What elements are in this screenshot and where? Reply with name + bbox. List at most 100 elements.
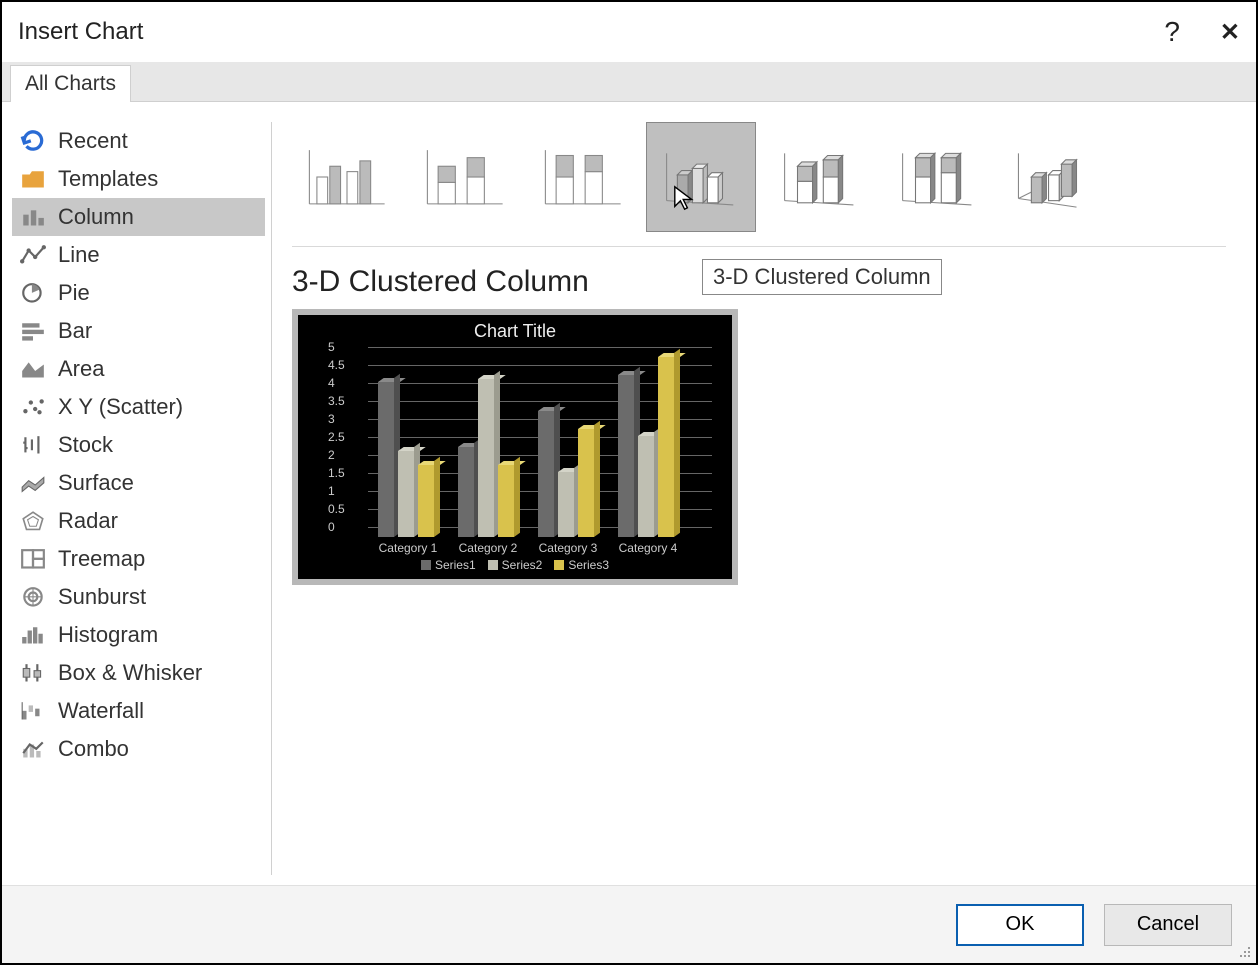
sidebar-item-area[interactable]: Area [12, 350, 265, 388]
legend-item: Series1 [421, 558, 476, 572]
tab-bar: All Charts [2, 62, 1256, 102]
area-icon [20, 358, 46, 380]
y-tick: 1 [328, 484, 335, 498]
y-tick: 3 [328, 412, 335, 426]
y-tick: 2 [328, 448, 335, 462]
tab-label: All Charts [25, 72, 116, 95]
sidebar-item-x-y-scatter-[interactable]: X Y (Scatter) [12, 388, 265, 426]
sidebar-item-histogram[interactable]: Histogram [12, 616, 265, 654]
legend-item: Series3 [554, 558, 609, 572]
sidebar-item-box-whisker[interactable]: Box & Whisker [12, 654, 265, 692]
chart-subtype-row [292, 122, 1226, 247]
pie-icon [20, 282, 46, 304]
sidebar-item-column[interactable]: Column [12, 198, 265, 236]
subtype-clustered-column[interactable] [292, 122, 402, 232]
y-tick: 3.5 [328, 394, 345, 408]
sidebar-item-treemap[interactable]: Treemap [12, 540, 265, 578]
sidebar-label: Radar [58, 508, 118, 534]
dialog-footer: OK Cancel [2, 885, 1256, 963]
tab-all-charts[interactable]: All Charts [10, 65, 131, 102]
bar-Series3-2 [578, 429, 594, 537]
sidebar-label: Column [58, 204, 134, 230]
recent-icon [20, 130, 46, 152]
cancel-button[interactable]: Cancel [1104, 904, 1232, 946]
sunburst-icon [20, 586, 46, 608]
sidebar-item-radar[interactable]: Radar [12, 502, 265, 540]
sidebar-item-waterfall[interactable]: Waterfall [12, 692, 265, 730]
sidebar-item-combo[interactable]: Combo [12, 730, 265, 768]
help-icon[interactable]: ? [1164, 16, 1180, 48]
bar-Series3-1 [498, 465, 514, 537]
sidebar-item-recent[interactable]: Recent [12, 122, 265, 160]
sidebar-item-bar[interactable]: Bar [12, 312, 265, 350]
sidebar-label: Recent [58, 128, 128, 154]
histogram-icon [20, 624, 46, 646]
sidebar-label: Surface [58, 470, 134, 496]
sidebar-label: X Y (Scatter) [58, 394, 183, 420]
y-tick: 0 [328, 520, 335, 534]
category-label: Category 4 [608, 541, 688, 555]
subtype-tooltip: 3-D Clustered Column [702, 259, 942, 295]
x-y-scatter--icon [20, 396, 46, 418]
sidebar-label: Bar [58, 318, 92, 344]
bar-Series2-1 [478, 379, 494, 537]
bar-Series2-0 [398, 451, 414, 537]
bar-Series3-3 [658, 357, 674, 537]
stock-icon [20, 434, 46, 456]
bar-Series1-3 [618, 375, 634, 537]
bar-icon [20, 320, 46, 342]
ok-button[interactable]: OK [956, 904, 1084, 946]
sidebar-label: Sunburst [58, 584, 146, 610]
legend-item: Series2 [488, 558, 543, 572]
templates-icon [20, 168, 46, 190]
sidebar-item-line[interactable]: Line [12, 236, 265, 274]
sidebar-label: Waterfall [58, 698, 144, 724]
titlebar: Insert Chart ? ✕ [2, 2, 1256, 62]
radar-icon [20, 510, 46, 532]
sidebar-label: Templates [58, 166, 158, 192]
chart-plot-area: 00.511.522.533.544.55Category 1Category … [328, 347, 712, 537]
y-tick: 2.5 [328, 430, 345, 444]
dialog-title: Insert Chart [18, 18, 143, 46]
y-tick: 1.5 [328, 466, 345, 480]
sidebar-label: Stock [58, 432, 113, 458]
sidebar-label: Treemap [58, 546, 145, 572]
sidebar-label: Histogram [58, 622, 158, 648]
chart-category-sidebar: Recent Templates Column Line Pie Bar Area X Y (… [12, 122, 272, 875]
surface-icon [20, 472, 46, 494]
sidebar-label: Combo [58, 736, 129, 762]
category-label: Category 2 [448, 541, 528, 555]
bar-Series2-2 [558, 472, 574, 537]
subtype-3d-clustered-column[interactable] [646, 122, 756, 232]
line-icon [20, 244, 46, 266]
subtype-stacked-column[interactable] [410, 122, 520, 232]
bar-Series2-3 [638, 436, 654, 537]
bar-Series1-2 [538, 411, 554, 537]
chart-title: Chart Title [298, 315, 732, 344]
sidebar-label: Box & Whisker [58, 660, 202, 686]
sidebar-item-templates[interactable]: Templates [12, 160, 265, 198]
sidebar-item-stock[interactable]: Stock [12, 426, 265, 464]
category-label: Category 3 [528, 541, 608, 555]
bar-Series1-1 [458, 447, 474, 537]
bar-Series3-0 [418, 465, 434, 537]
y-tick: 4 [328, 376, 335, 390]
subtype-3d-column[interactable] [1000, 122, 1110, 232]
sidebar-label: Area [58, 356, 104, 382]
sidebar-item-surface[interactable]: Surface [12, 464, 265, 502]
chart-preview[interactable]: Chart Title 00.511.522.533.544.55Categor… [292, 309, 738, 585]
sidebar-label: Line [58, 242, 100, 268]
subtype-100-stacked-column[interactable] [528, 122, 638, 232]
treemap-icon [20, 548, 46, 570]
sidebar-item-pie[interactable]: Pie [12, 274, 265, 312]
subtype-3d-100-stacked-column[interactable] [882, 122, 992, 232]
waterfall-icon [20, 700, 46, 722]
y-tick: 0.5 [328, 502, 345, 516]
resize-grip-icon[interactable] [1238, 945, 1252, 959]
combo-icon [20, 738, 46, 760]
box-whisker-icon [20, 662, 46, 684]
subtype-3d-stacked-column[interactable] [764, 122, 874, 232]
sidebar-item-sunburst[interactable]: Sunburst [12, 578, 265, 616]
close-icon[interactable]: ✕ [1220, 18, 1240, 47]
y-tick: 4.5 [328, 358, 345, 372]
